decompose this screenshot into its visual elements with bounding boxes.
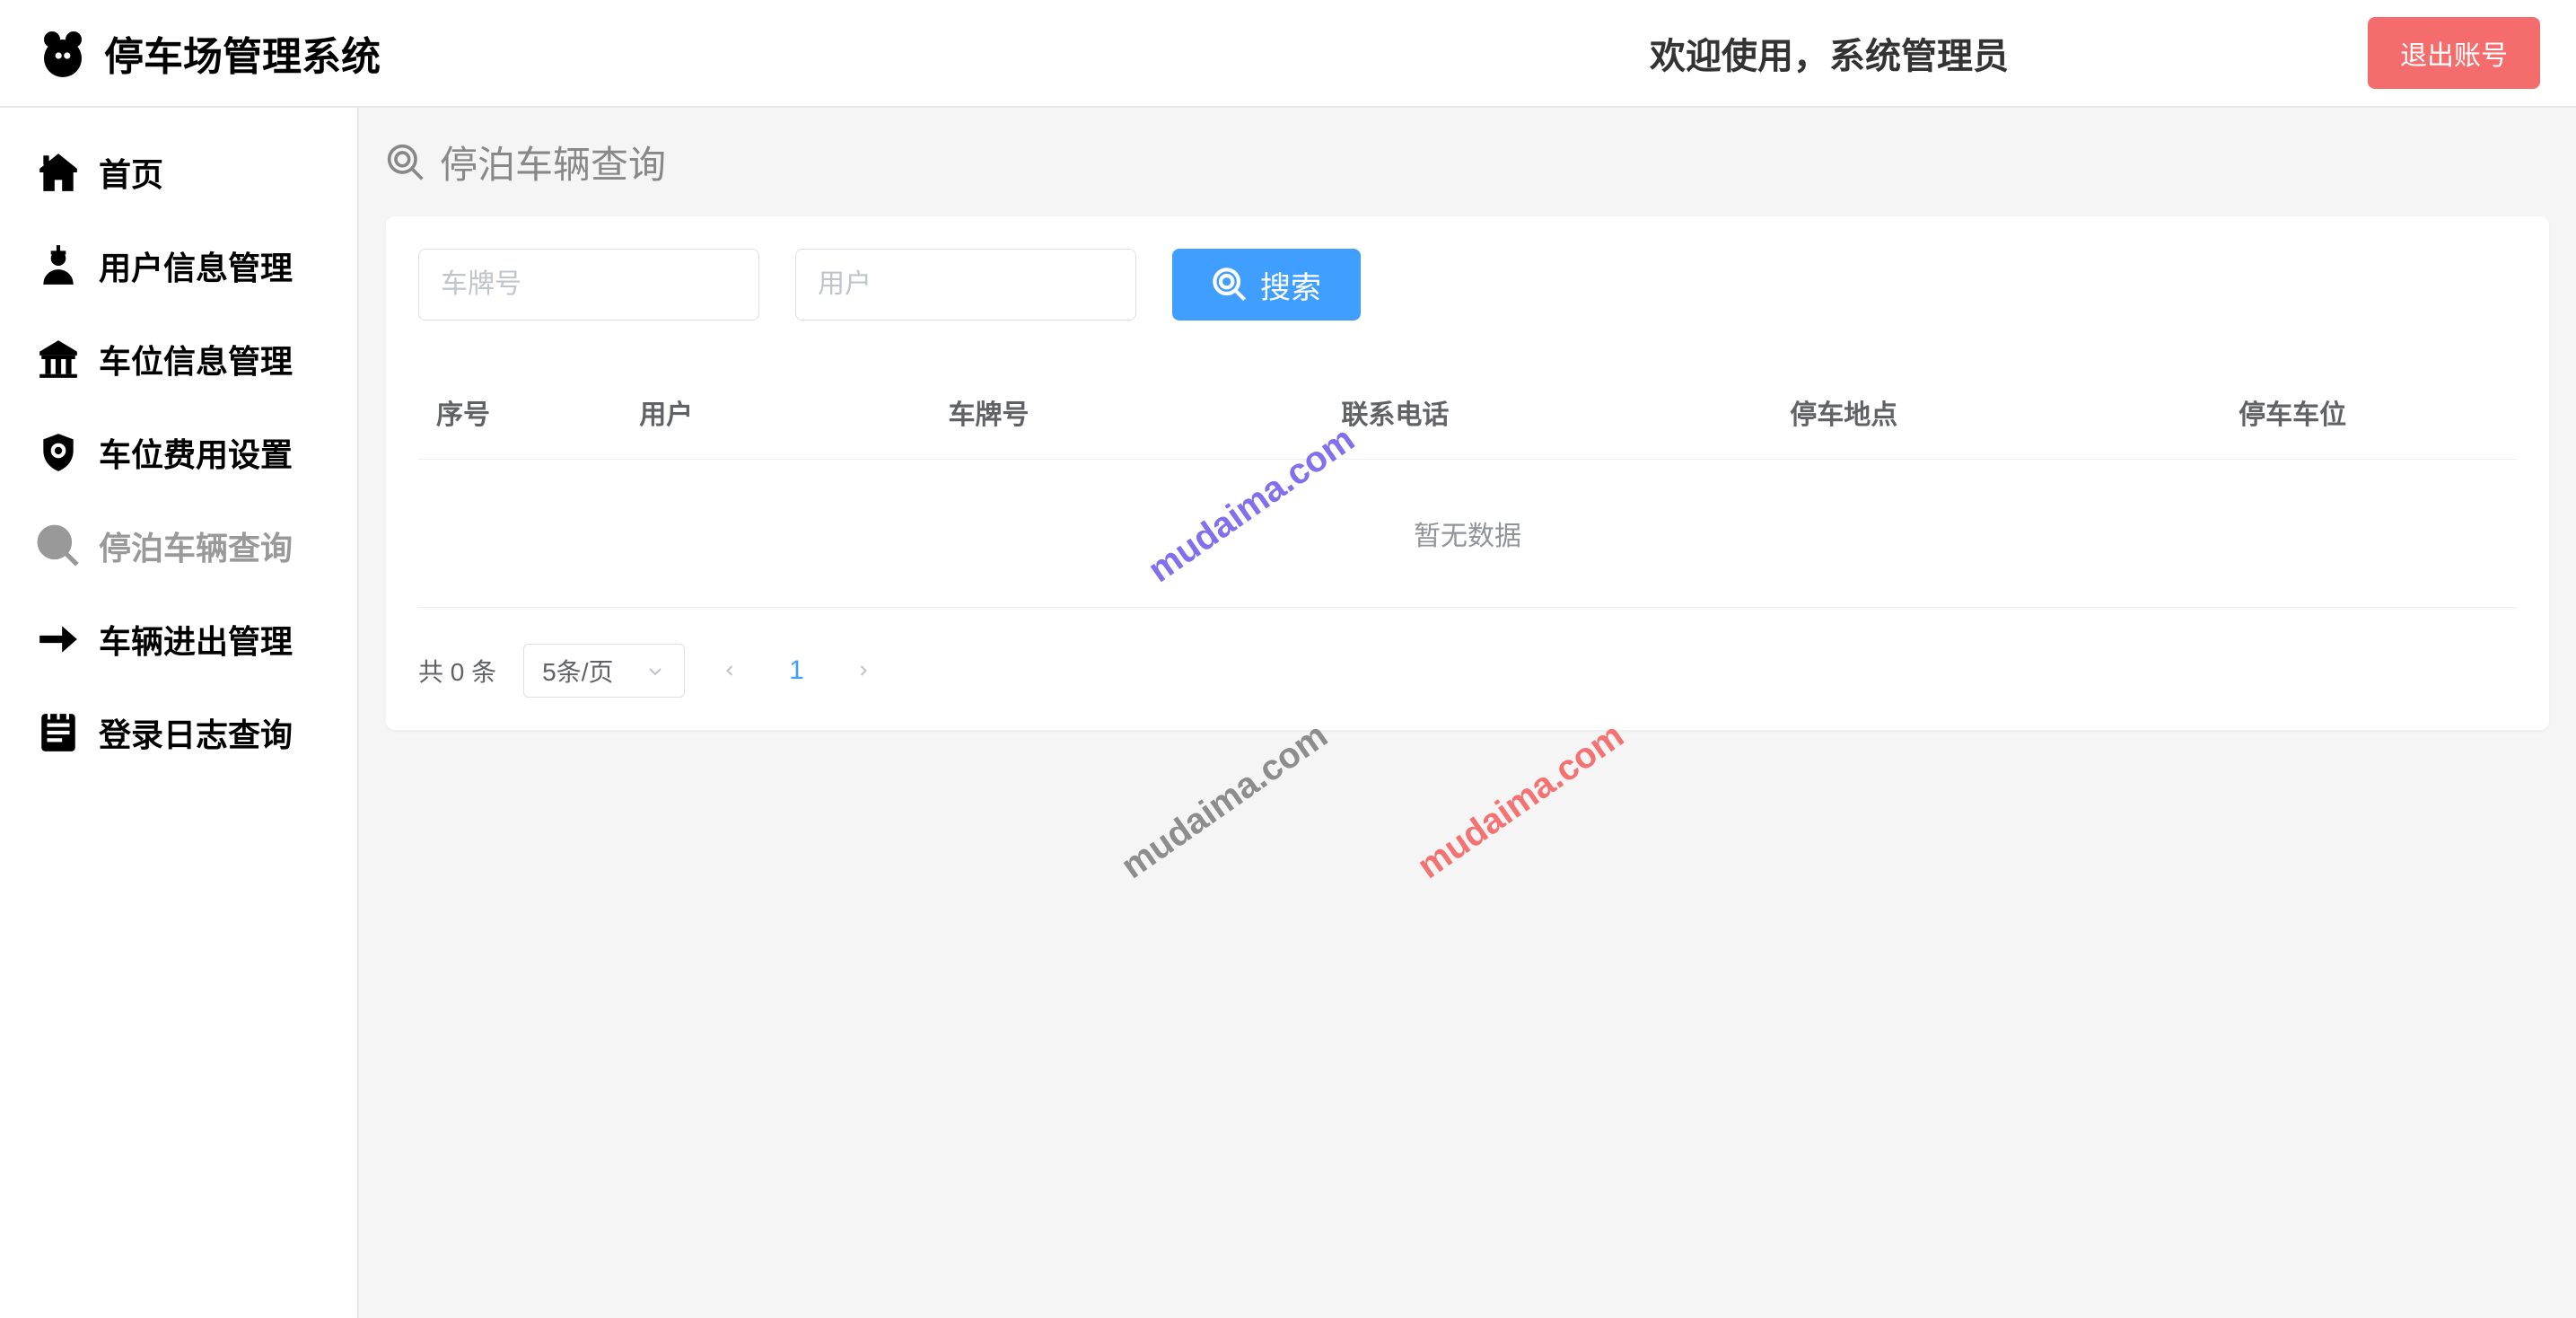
header-right: 欢迎使用，系统管理员 退出账号 (1650, 17, 2540, 89)
page-number[interactable]: 1 (775, 655, 819, 686)
plate-input[interactable] (418, 249, 759, 321)
nav-label: 车位信息管理 (99, 336, 293, 382)
sidebar-item-home[interactable]: 首页 (0, 126, 357, 219)
col-index: 序号 (418, 365, 526, 460)
parking-icon (36, 337, 81, 382)
nav-label: 车位费用设置 (99, 429, 293, 476)
search-row: 搜索 (418, 249, 2517, 321)
sidebar: 首页 用户信息管理 车位信息管理 车位费用设置 停泊车辆查询 (0, 108, 359, 1318)
sidebar-item-inout[interactable]: 车辆进出管理 (0, 593, 357, 686)
home-icon (36, 150, 81, 195)
arrow-right-icon (36, 617, 81, 662)
user-icon (36, 243, 81, 288)
sidebar-item-query[interactable]: 停泊车辆查询 (0, 499, 357, 593)
search-button[interactable]: 搜索 (1172, 249, 1361, 321)
page-header: 停泊车辆查询 (386, 135, 2549, 189)
sidebar-item-users[interactable]: 用户信息管理 (0, 219, 357, 312)
page-size-label: 5条/页 (542, 653, 613, 689)
header: 停车场管理系统 欢迎使用，系统管理员 退出账号 (0, 0, 2576, 108)
sidebar-item-fee[interactable]: 车位费用设置 (0, 406, 357, 499)
chevron-down-icon (644, 660, 666, 681)
table-header-row: 序号 用户 车牌号 联系电话 停车地点 停车车位 (418, 365, 2517, 460)
prev-page[interactable] (712, 653, 748, 689)
col-spot: 停车车位 (2068, 365, 2517, 460)
container: 首页 用户信息管理 车位信息管理 车位费用设置 停泊车辆查询 (0, 108, 2576, 1318)
page-nav: 1 (712, 653, 881, 689)
col-user: 用户 (526, 365, 806, 460)
nav-label: 登录日志查询 (99, 709, 293, 756)
nav-label: 用户信息管理 (99, 242, 293, 289)
logo-icon (36, 26, 90, 80)
logout-button[interactable]: 退出账号 (2368, 17, 2540, 89)
log-icon (36, 710, 81, 755)
search-icon (386, 143, 425, 182)
next-page[interactable] (846, 653, 881, 689)
data-table: 序号 用户 车牌号 联系电话 停车地点 停车车位 暂无数据 (418, 365, 2517, 608)
nav-label: 车辆进出管理 (99, 616, 293, 663)
page-total: 共 0 条 (418, 653, 496, 689)
col-location: 停车地点 (1619, 365, 2068, 460)
search-icon (1212, 267, 1248, 303)
nav-label: 首页 (99, 149, 163, 196)
page-title: 停泊车辆查询 (440, 135, 666, 189)
col-plate: 车牌号 (806, 365, 1170, 460)
app-title: 停车场管理系统 (104, 24, 381, 82)
shield-icon (36, 430, 81, 475)
page-size-select[interactable]: 5条/页 (523, 644, 685, 698)
search-icon (36, 523, 81, 568)
main-content: 停泊车辆查询 搜索 序号 用户 车牌号 (359, 108, 2576, 1318)
sidebar-item-parking[interactable]: 车位信息管理 (0, 312, 357, 406)
empty-row: 暂无数据 (418, 460, 2517, 608)
content-card: 搜索 序号 用户 车牌号 联系电话 停车地点 停车车位 暂无数据 (386, 216, 2549, 730)
empty-text: 暂无数据 (1414, 522, 1521, 551)
search-button-label: 搜索 (1260, 263, 1321, 307)
sidebar-item-logs[interactable]: 登录日志查询 (0, 686, 357, 779)
nav-label: 停泊车辆查询 (99, 523, 293, 569)
welcome-text: 欢迎使用，系统管理员 (1650, 27, 2009, 79)
user-input[interactable] (795, 249, 1136, 321)
pagination: 共 0 条 5条/页 1 (418, 644, 2517, 698)
col-phone: 联系电话 (1171, 365, 1620, 460)
header-left: 停车场管理系统 (36, 24, 381, 82)
